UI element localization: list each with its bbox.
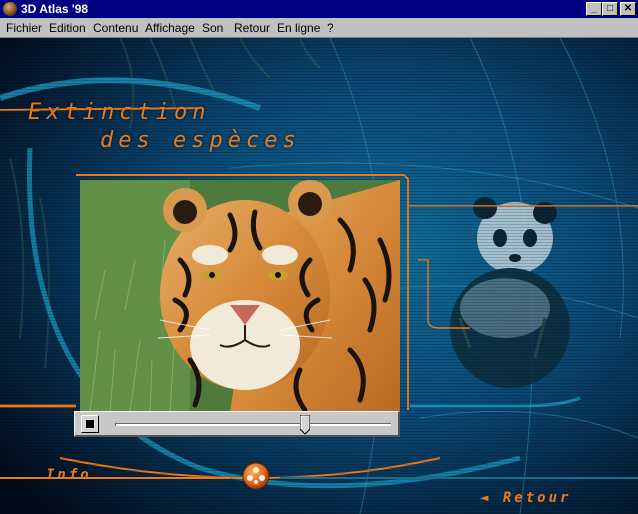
stop-icon xyxy=(86,420,94,428)
tiger-image xyxy=(80,180,400,412)
app-window: 3D Atlas '98 _ □ ✕ Fichier Edition Conte… xyxy=(0,0,638,514)
menu-bar: Fichier Edition Contenu Affichage Son Re… xyxy=(0,18,638,38)
menu-affichage[interactable]: Affichage xyxy=(145,21,195,35)
heading-line-2: des espèces xyxy=(100,128,301,153)
menu-retour[interactable]: Retour xyxy=(234,21,270,35)
back-link[interactable]: ◄ Retour xyxy=(480,490,571,506)
menu-en-ligne[interactable]: En ligne xyxy=(277,21,320,35)
minimize-button[interactable]: _ xyxy=(586,2,602,16)
menu-edition[interactable]: Edition xyxy=(49,21,86,35)
atlas-globe-icon[interactable] xyxy=(3,2,17,16)
seek-track[interactable] xyxy=(115,423,391,426)
video-controls xyxy=(74,411,400,437)
menu-fichier[interactable]: Fichier xyxy=(6,21,42,35)
maximize-button[interactable]: □ xyxy=(602,2,618,16)
heading-line-1: Extinction xyxy=(28,100,211,125)
atlas-content: Extinction des espèces Info ◄ Retour xyxy=(0,38,638,514)
globe-icon[interactable] xyxy=(242,462,270,490)
video-frame[interactable] xyxy=(80,180,400,412)
close-button[interactable]: ✕ xyxy=(620,2,636,16)
title-bar[interactable]: 3D Atlas '98 _ □ ✕ xyxy=(0,0,638,18)
menu-son[interactable]: Son xyxy=(202,21,223,35)
menu-contenu[interactable]: Contenu xyxy=(93,21,138,35)
info-link[interactable]: Info xyxy=(46,467,92,483)
window-title: 3D Atlas '98 xyxy=(21,2,89,16)
stop-button[interactable] xyxy=(81,415,99,433)
seek-slider-thumb[interactable] xyxy=(300,415,311,435)
menu-help[interactable]: ? xyxy=(327,21,334,35)
